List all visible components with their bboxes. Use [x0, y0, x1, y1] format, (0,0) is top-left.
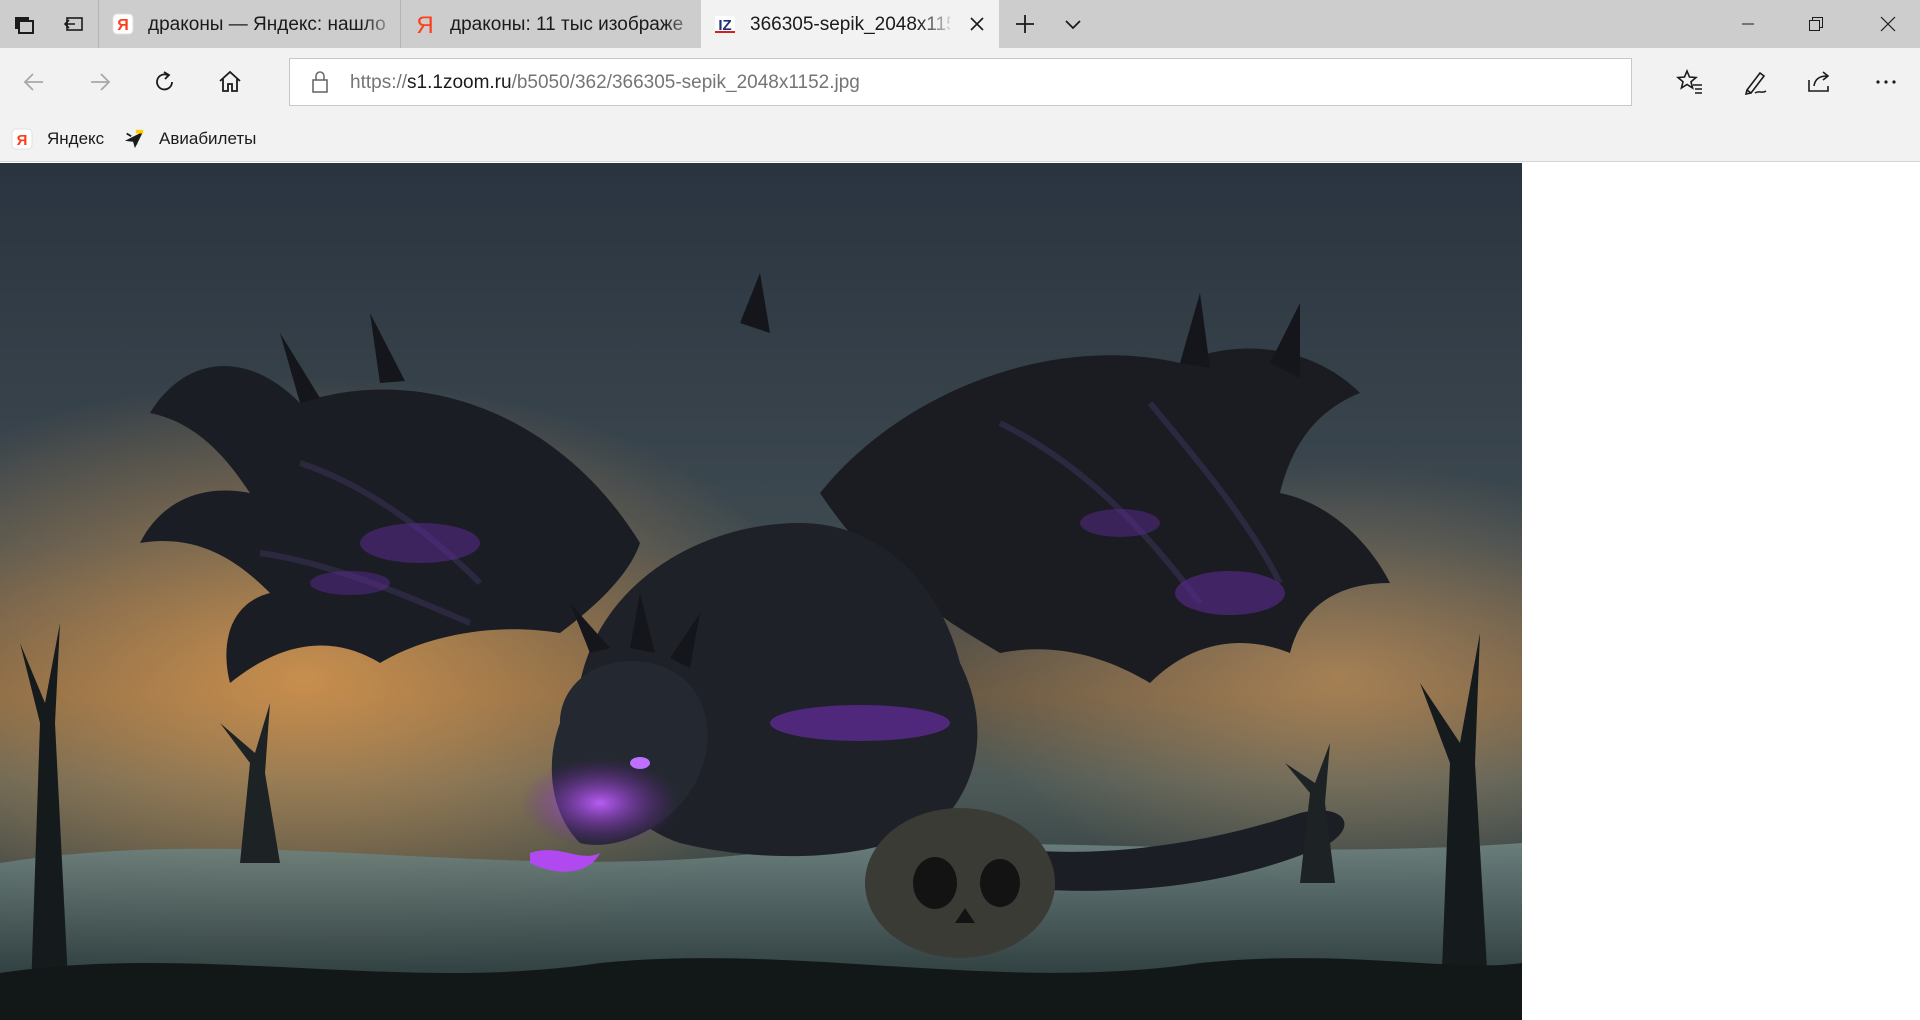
- favorite-aviabilety[interactable]: Авиабилеты: [123, 116, 256, 162]
- url-host: s1.1zoom.ru: [407, 72, 512, 93]
- svg-text:Я: Я: [17, 132, 28, 149]
- pen-icon: [1744, 71, 1767, 96]
- dragon-image[interactable]: [0, 163, 1522, 1020]
- more-icon: [1876, 80, 1896, 84]
- tab-preview-button[interactable]: [1050, 0, 1096, 48]
- favorites-hub-button[interactable]: [1666, 58, 1714, 106]
- web-note-button[interactable]: [1731, 58, 1779, 106]
- minimize-button[interactable]: [1720, 0, 1776, 48]
- more-menu-button[interactable]: [1862, 58, 1910, 106]
- forward-button[interactable]: [76, 58, 124, 106]
- close-tab-button[interactable]: [965, 12, 989, 36]
- share-button[interactable]: [1796, 58, 1844, 106]
- new-tab-button[interactable]: [1000, 0, 1050, 48]
- arrow-left-icon: [23, 73, 43, 91]
- plus-icon: [1016, 15, 1034, 33]
- restore-icon: [1809, 17, 1823, 31]
- svg-text:Я: Я: [416, 12, 433, 36]
- refresh-button[interactable]: [141, 58, 189, 106]
- home-button[interactable]: [206, 58, 254, 106]
- tab-title: драконы: 11 тыс изображе: [450, 14, 684, 35]
- lock-icon: [312, 71, 328, 93]
- refresh-icon: [156, 71, 173, 91]
- favorite-yandex[interactable]: Я Яндекс: [11, 116, 104, 162]
- favorite-label: Авиабилеты: [159, 129, 257, 148]
- svg-text:Я: Я: [117, 17, 129, 34]
- home-icon: [219, 70, 241, 92]
- close-window-button[interactable]: [1856, 0, 1920, 48]
- url-scheme: https://: [350, 72, 408, 93]
- tab-strip: Я драконы — Яндекс: нашло Я драконы: 11 …: [0, 0, 1920, 48]
- arrow-right-icon: [91, 73, 111, 91]
- favorites-star-list-icon: [1676, 68, 1702, 94]
- back-button[interactable]: [10, 58, 58, 106]
- close-icon: [970, 17, 984, 31]
- airplane-icon: [123, 128, 145, 150]
- url-text: https://s1.1zoom.ru/b5050/362/366305-sep…: [350, 71, 860, 95]
- tab-yandex-search[interactable]: Я драконы — Яндекс: нашло: [99, 0, 399, 48]
- address-bar[interactable]: https://s1.1zoom.ru/b5050/362/366305-sep…: [289, 58, 1632, 106]
- tab-manager-button[interactable]: [0, 0, 48, 48]
- chevron-down-icon: [1065, 20, 1081, 30]
- restore-button[interactable]: [1788, 0, 1844, 48]
- yandex-icon: Я: [112, 13, 134, 35]
- favorite-label: Яндекс: [47, 129, 105, 148]
- favorites-bar: Я Яндекс Авиабилеты: [0, 116, 1920, 162]
- minimize-icon: [1742, 23, 1754, 25]
- tab-title: драконы — Яндекс: нашло: [148, 14, 386, 35]
- yandex-letter-icon: Я: [416, 12, 433, 36]
- set-aside-icon: [63, 17, 83, 31]
- page-content: [0, 163, 1920, 1020]
- tab-yandex-images[interactable]: Я драконы: 11 тыс изображе: [401, 0, 701, 48]
- set-aside-tabs-button[interactable]: [50, 0, 98, 48]
- tab-image-active[interactable]: IZ 366305-sepik_2048x1152.jpg: [701, 0, 999, 48]
- share-icon: [1808, 71, 1830, 92]
- close-icon: [1880, 16, 1896, 32]
- tabs-aside-icon: [15, 17, 34, 34]
- navigation-bar: https://s1.1zoom.ru/b5050/362/366305-sep…: [0, 48, 1920, 116]
- url-path: /b5050/362/366305-sepik_2048x1152.jpg: [511, 72, 860, 93]
- 1zoom-icon: IZ: [715, 16, 735, 34]
- yandex-icon: Я: [11, 128, 33, 150]
